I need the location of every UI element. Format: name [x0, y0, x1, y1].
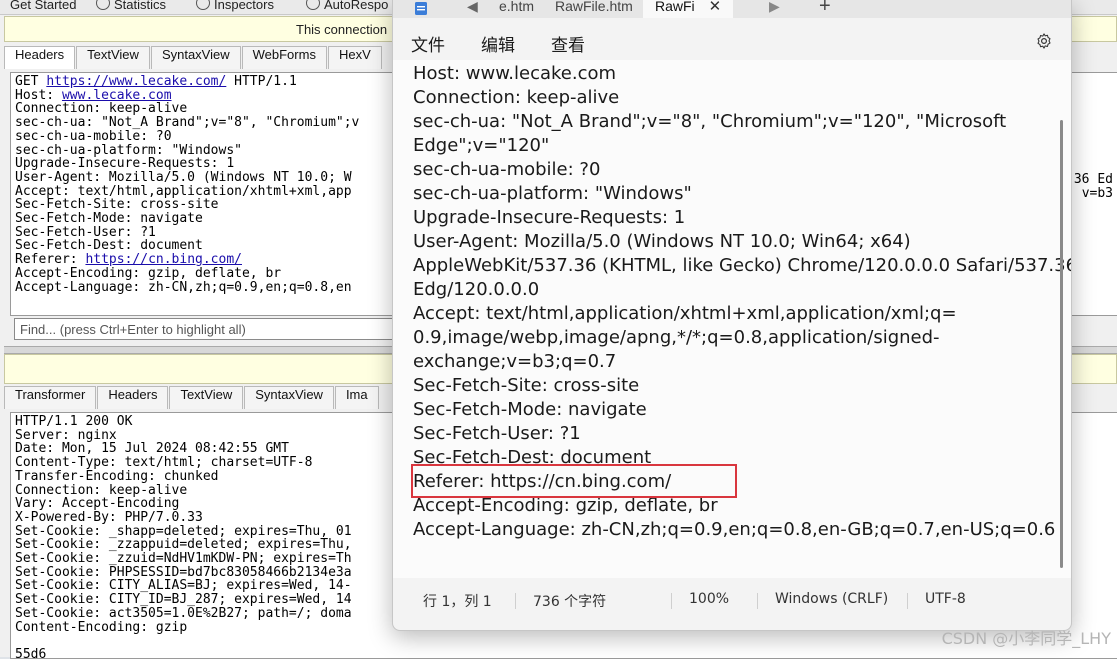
tab-statistics[interactable]: Statistics — [96, 0, 166, 14]
notepad-menubar: 文件 编辑 查看 — [393, 24, 1071, 60]
notepad-line: Host: www.lecake.com — [413, 63, 617, 84]
status-encoding[interactable]: UTF-8 — [925, 591, 966, 607]
tab-get-started[interactable]: Get Started — [10, 0, 76, 14]
notepad-line: Accept-Language: zh-CN,zh;q=0.9,en;q=0.8… — [413, 519, 1056, 540]
tab-response-syntaxview[interactable]: SyntaxView — [244, 386, 334, 409]
tab-rawfi-active[interactable]: RawFi ✕ — [643, 0, 734, 18]
notepad-app-icon — [415, 2, 427, 15]
tab-forward-arrow[interactable]: ▶ — [769, 0, 780, 18]
notepad-line: exchange;v=b3;q=0.7 — [413, 351, 617, 372]
new-tab-icon[interactable]: + — [819, 0, 831, 18]
settings-gear-icon[interactable] — [1035, 32, 1053, 50]
notepad-line: Edg/120.0.0.0 — [413, 279, 540, 300]
tab-request-syntaxview[interactable]: SyntaxView — [150, 46, 241, 69]
tab-inspectors[interactable]: Inspectors — [196, 0, 274, 14]
tab-request-hexview[interactable]: HexV — [327, 46, 382, 69]
notepad-line: Sec-Fetch-User: ?1 — [413, 423, 581, 444]
notepad-line: Sec-Fetch-Site: cross-site — [413, 375, 640, 396]
menu-file[interactable]: 文件 — [411, 31, 445, 56]
notepad-line: Connection: keep-alive — [413, 87, 620, 108]
menu-edit[interactable]: 编辑 — [481, 31, 515, 56]
close-icon[interactable]: ✕ — [709, 0, 722, 15]
csdn-watermark: CSDN @小李同学_LHY — [941, 629, 1111, 648]
status-cursor-position: 行 1，列 1 — [423, 594, 492, 610]
tab-request-webforms[interactable]: WebForms — [241, 46, 327, 69]
notepad-tabbar: ◀ e.htm RawFile.htm RawFi ✕ ▶ + — [393, 0, 1071, 18]
connection-notice: This connection — [296, 22, 388, 37]
request-line: Accept-Language: zh-CN,zh;q=0.9,en;q=0.8… — [15, 279, 352, 295]
response-inspector-tabs: Transformer Headers TextView SyntaxView Ima — [4, 386, 380, 410]
notepad-line: Accept: text/html,application/xhtml+xml,… — [413, 303, 957, 324]
inspectors-icon — [196, 0, 210, 10]
tab-response-imageview[interactable]: Ima — [334, 386, 379, 409]
tab-response-headers[interactable]: Headers — [97, 386, 169, 409]
referer-highlight-box — [411, 464, 737, 498]
notepad-line: User-Agent: Mozilla/5.0 (Windows NT 10.0… — [413, 231, 911, 252]
statistics-icon — [96, 0, 110, 10]
status-zoom[interactable]: 100% — [689, 591, 729, 607]
notepad-line: AppleWebKit/537.36 (KHTML, like Gecko) C… — [413, 255, 1072, 276]
tab-response-transformer[interactable]: Transformer — [4, 386, 97, 409]
notepad-line: Sec-Fetch-Mode: navigate — [413, 399, 647, 420]
request-fragment-right-2: v=b3 — [1081, 186, 1113, 201]
tab-back-arrow[interactable]: ◀ — [467, 0, 478, 18]
notepad-editor[interactable]: Host: www.lecake.com Connection: keep-ali… — [393, 60, 1071, 578]
request-fragment-right-1: 36 Ed — [1073, 172, 1113, 187]
status-line-ending[interactable]: Windows (CRLF) — [775, 591, 888, 607]
tab-e-htm[interactable]: e.htm — [499, 0, 534, 18]
notepad-line: 0.9,image/webp,image/apng,*/*;q=0.8,appl… — [413, 327, 940, 348]
autoresponder-icon — [306, 0, 320, 10]
notepad-line: sec-ch-ua-mobile: ?0 — [413, 159, 601, 180]
notepad-line: Upgrade-Insecure-Requests: 1 — [413, 207, 686, 228]
tab-request-headers[interactable]: Headers — [4, 46, 76, 69]
vertical-scrollbar[interactable] — [1060, 120, 1063, 568]
tab-rawfile-htm[interactable]: RawFile.htm — [555, 0, 633, 18]
notepad-statusbar: 行 1，列 1 736 个字符 100% Windows (CRLF) UTF-… — [393, 585, 1071, 615]
notepad-line: Edge";v="120" — [413, 135, 550, 156]
notepad-line: sec-ch-ua: "Not_A Brand";v="8", "Chromiu… — [413, 111, 1007, 132]
status-char-count: 736 个字符 — [533, 594, 607, 610]
menu-view[interactable]: 查看 — [551, 31, 585, 56]
notepad-line: sec-ch-ua-platform: "Windows" — [413, 183, 692, 204]
tab-autoresponder[interactable]: AutoRespo — [306, 0, 388, 14]
find-input[interactable]: Find... (press Ctrl+Enter to highlight a… — [14, 318, 394, 340]
tab-request-textview[interactable]: TextView — [76, 46, 150, 69]
notepad-window: ◀ e.htm RawFile.htm RawFi ✕ ▶ + 文件 编辑 查看 … — [392, 0, 1072, 631]
tab-response-textview[interactable]: TextView — [169, 386, 244, 409]
request-inspector-tabs: Headers TextView SyntaxView WebForms HexV — [4, 46, 383, 70]
